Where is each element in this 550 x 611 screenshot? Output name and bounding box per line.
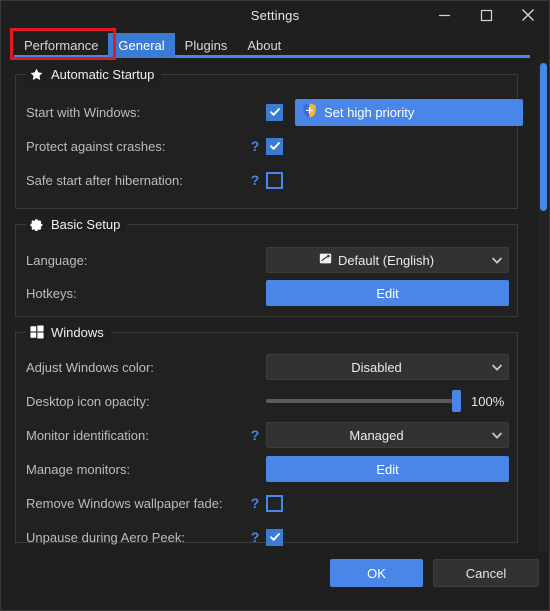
group-basic-setup-label: Basic Setup (51, 216, 121, 232)
row-language: Language: Default (English) (16, 245, 517, 275)
tab-bar: Performance General Plugins About (1, 29, 549, 58)
group-basic-setup: Basic Setup Language: Default (English) (15, 215, 518, 317)
protect-against-crashes-checkbox[interactable] (266, 137, 283, 155)
safe-start-after-hibernation-label: Safe start after hibernation: (26, 172, 183, 188)
row-monitor-identification: Monitor identification: ? Managed (16, 420, 517, 450)
language-value: Default (English) (337, 252, 435, 268)
hotkeys-edit-button[interactable]: Edit (266, 280, 509, 306)
group-automatic-startup-title: Automatic Startup (26, 65, 162, 83)
settings-scroll-area: Automatic Startup Start with Windows: Se… (1, 61, 549, 551)
group-basic-setup-title: Basic Setup (26, 215, 128, 233)
minimize-icon[interactable] (423, 1, 465, 29)
group-automatic-startup: Automatic Startup Start with Windows: Se… (15, 65, 523, 209)
chevron-down-icon (486, 363, 508, 371)
row-protect-against-crashes: Protect against crashes: ? (16, 131, 517, 161)
close-icon[interactable] (507, 1, 549, 29)
monitor-identification-dropdown[interactable]: Managed (266, 422, 509, 448)
remove-wallpaper-fade-help-icon[interactable]: ? (248, 495, 262, 511)
row-remove-wallpaper-fade: Remove Windows wallpaper fade: ? (16, 488, 517, 518)
desktop-icon-opacity-label: Desktop icon opacity: (26, 393, 150, 409)
row-start-with-windows: Start with Windows: Set high priority (16, 97, 523, 127)
remove-wallpaper-fade-label: Remove Windows wallpaper fade: (26, 495, 223, 511)
cancel-button[interactable]: Cancel (433, 559, 539, 587)
tab-general[interactable]: General (108, 33, 175, 58)
slider-track[interactable] (266, 390, 461, 412)
uac-shield-icon (301, 102, 318, 122)
language-dropdown[interactable]: Default (English) (266, 247, 509, 273)
remove-wallpaper-fade-checkbox[interactable] (266, 494, 283, 512)
manage-monitors-label: Manage monitors: (26, 461, 131, 477)
language-label: Language: (26, 252, 88, 268)
settings-window: Settings Performance General Plugins Abo… (0, 0, 550, 611)
row-safe-start-after-hibernation: Safe start after hibernation: ? (16, 165, 517, 195)
protect-against-crashes-label: Protect against crashes: (26, 138, 166, 154)
tab-plugins[interactable]: Plugins (175, 33, 238, 58)
row-hotkeys: Hotkeys: Edit (16, 278, 517, 308)
adjust-windows-color-dropdown[interactable]: Disabled (266, 354, 509, 380)
safe-start-after-hibernation-help-icon[interactable]: ? (248, 172, 262, 188)
dialog-footer: OK Cancel (1, 549, 549, 610)
group-windows-label: Windows (51, 324, 104, 340)
scrollbar-thumb[interactable] (540, 63, 547, 211)
row-adjust-windows-color: Adjust Windows color: Disabled (16, 352, 517, 382)
monitor-identification-value: Managed (349, 427, 404, 443)
chevron-down-icon (486, 256, 508, 264)
row-desktop-icon-opacity: Desktop icon opacity: 100% (16, 386, 517, 416)
group-automatic-startup-label: Automatic Startup (51, 66, 155, 82)
monitor-identification-help-icon[interactable]: ? (248, 427, 262, 443)
unpause-aero-peek-checkbox[interactable] (266, 528, 283, 546)
row-manage-monitors: Manage monitors: Edit (16, 454, 517, 484)
desktop-icon-opacity-slider[interactable]: 100% (266, 390, 509, 412)
title-bar: Settings (1, 1, 549, 29)
set-high-priority-label: Set high priority (324, 104, 415, 120)
window-title: Settings (250, 7, 300, 23)
windows-logo-icon (29, 325, 44, 340)
manage-monitors-edit-button[interactable]: Edit (266, 456, 509, 482)
group-windows-title: Windows (26, 323, 111, 341)
slider-thumb[interactable] (452, 390, 461, 412)
adjust-windows-color-value: Disabled (351, 359, 402, 375)
adjust-windows-color-label: Adjust Windows color: (26, 359, 154, 375)
tab-about[interactable]: About (237, 33, 291, 58)
window-controls (423, 1, 549, 29)
language-flag-icon (319, 252, 332, 268)
row-unpause-aero-peek: Unpause during Aero Peek: ? (16, 522, 517, 551)
start-with-windows-checkbox[interactable] (266, 103, 283, 121)
tab-performance[interactable]: Performance (14, 33, 108, 58)
gear-icon (29, 217, 44, 232)
safe-start-after-hibernation-checkbox[interactable] (266, 171, 283, 189)
hotkeys-label: Hotkeys: (26, 285, 77, 301)
unpause-aero-peek-help-icon[interactable]: ? (248, 529, 262, 545)
monitor-identification-label: Monitor identification: (26, 427, 149, 443)
desktop-icon-opacity-value: 100% (471, 393, 505, 409)
start-with-windows-label: Start with Windows: (26, 104, 141, 120)
unpause-aero-peek-label: Unpause during Aero Peek: (26, 529, 185, 545)
maximize-icon[interactable] (465, 1, 507, 29)
star-icon (29, 67, 44, 82)
group-windows: Windows Adjust Windows color: Disabled D… (15, 323, 518, 546)
chevron-down-icon (486, 431, 508, 439)
set-high-priority-button[interactable]: Set high priority (295, 98, 523, 126)
ok-button[interactable]: OK (330, 559, 423, 587)
protect-against-crashes-help-icon[interactable]: ? (248, 138, 262, 154)
